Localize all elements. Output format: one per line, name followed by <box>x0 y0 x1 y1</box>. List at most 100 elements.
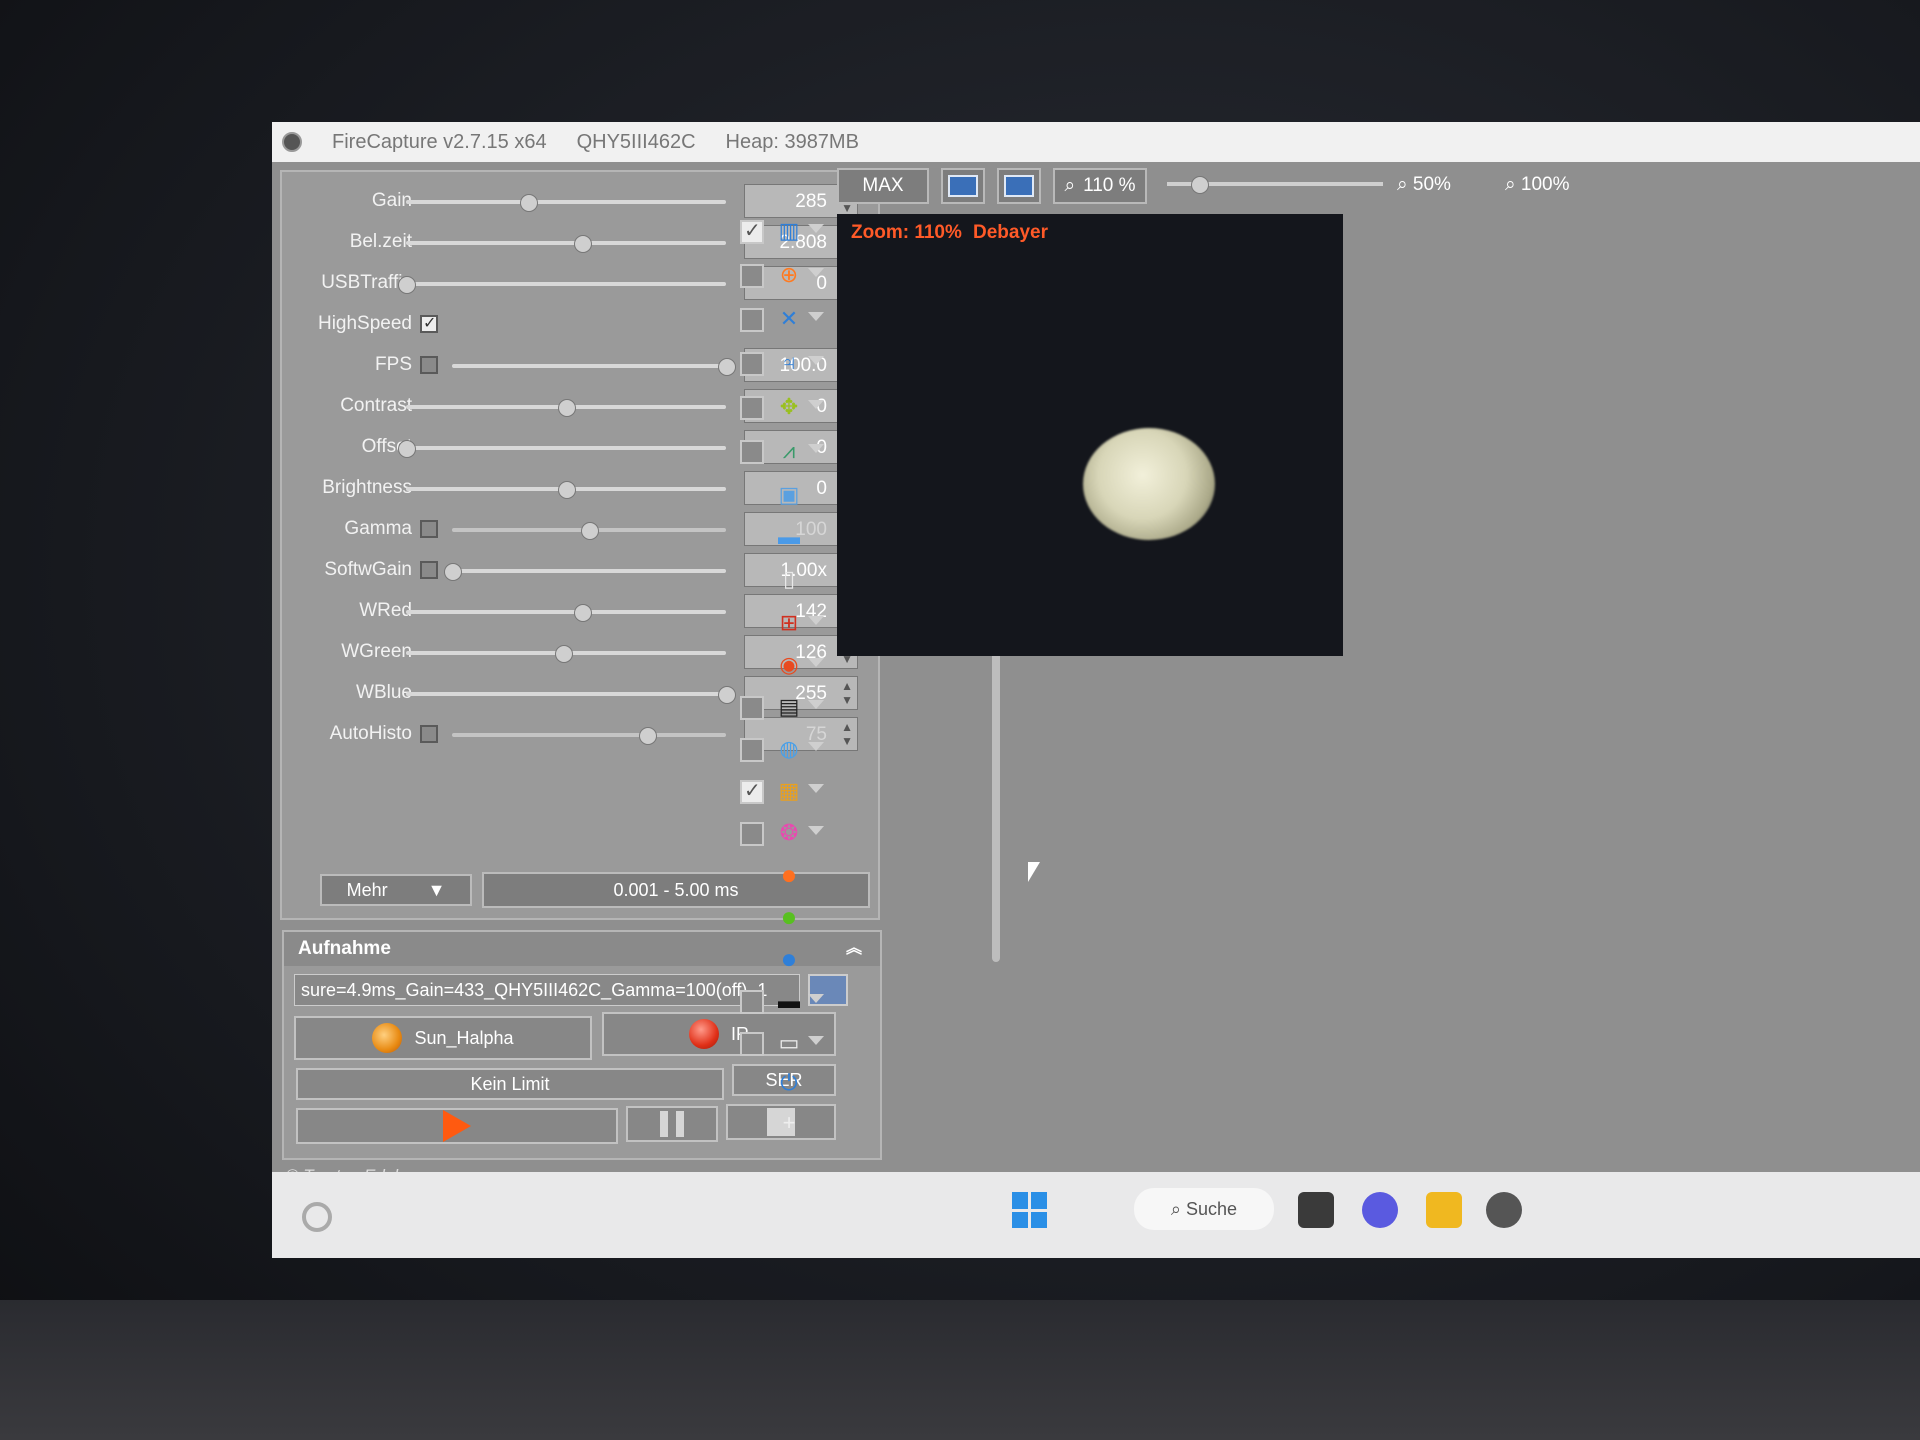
tool-jupiter[interactable]: ♃ <box>720 344 840 380</box>
chevron-down-icon[interactable] <box>808 700 824 709</box>
tool-add[interactable]: + <box>720 1104 840 1140</box>
tool-target[interactable]: ◉ <box>720 646 840 682</box>
fullscreen-button[interactable] <box>997 168 1041 204</box>
tool-roi[interactable]: ⊞ <box>720 604 840 640</box>
spin-arrows-icon[interactable]: ▲▼ <box>841 720 853 748</box>
zoom-slider[interactable] <box>1167 176 1383 194</box>
tool-checkbox[interactable] <box>740 990 764 1014</box>
tool-crosshair[interactable]: ⊕ <box>720 256 840 292</box>
tool-checkbox[interactable] <box>740 218 764 244</box>
tool-trash[interactable]: ▯ <box>720 560 840 596</box>
taskbar-search[interactable]: ⌕ Suche <box>1134 1188 1274 1230</box>
tool-rgb[interactable]: ❂ <box>720 814 840 850</box>
tool-folder[interactable]: ▬ <box>720 518 840 554</box>
zoom-level-button[interactable]: ⌕ 110 % <box>1053 168 1147 204</box>
chevron-down-icon[interactable] <box>808 224 824 233</box>
tool-orange-orb[interactable]: ● <box>720 856 840 892</box>
tool-color-grid[interactable]: ▦ <box>720 772 840 808</box>
slider-thumb[interactable] <box>574 604 592 622</box>
chevron-down-icon[interactable] <box>808 268 824 277</box>
control-checkbox[interactable] <box>420 520 438 538</box>
chevron-down-icon[interactable] <box>808 742 824 751</box>
tool-checkbox[interactable] <box>740 308 764 332</box>
file-explorer-icon[interactable] <box>1426 1192 1462 1228</box>
control-checkbox[interactable] <box>420 561 438 579</box>
chevron-down-icon[interactable] <box>808 1036 824 1045</box>
tool-checkbox[interactable] <box>740 738 764 762</box>
chevron-down-icon[interactable] <box>808 994 824 1003</box>
control-slider[interactable] <box>406 399 726 417</box>
control-checkbox[interactable] <box>420 313 438 333</box>
control-slider[interactable] <box>452 727 726 745</box>
tool-histogram[interactable]: ▥ <box>720 212 840 248</box>
more-button[interactable]: Mehr ▼ <box>320 874 472 906</box>
tool-graph[interactable]: ⩘ <box>720 432 840 468</box>
tool-green-orb[interactable]: ● <box>720 898 840 934</box>
windows-start-icon[interactable] <box>1012 1192 1048 1228</box>
slider-thumb[interactable] <box>444 563 462 581</box>
control-slider[interactable] <box>452 522 726 540</box>
tool-blue-orb[interactable]: ● <box>720 940 840 976</box>
control-slider[interactable] <box>444 563 726 581</box>
slider-thumb[interactable] <box>638 727 657 745</box>
chevron-down-icon[interactable] <box>808 658 824 667</box>
slider-thumb[interactable] <box>519 194 538 212</box>
pause-capture-button[interactable] <box>626 1106 718 1142</box>
fit-window-button[interactable] <box>941 168 985 204</box>
tool-checkbox[interactable] <box>740 696 764 720</box>
tool-tracking[interactable]: ✕ <box>720 300 840 336</box>
tool-checkbox[interactable] <box>740 778 764 804</box>
chevron-down-icon[interactable] <box>808 784 824 793</box>
slider-thumb[interactable] <box>558 481 576 499</box>
control-slider[interactable] <box>406 235 726 253</box>
zoom-100-button[interactable]: ⌕ 100% <box>1505 174 1570 196</box>
tool-checkbox[interactable] <box>740 352 764 376</box>
control-slider[interactable] <box>406 194 726 212</box>
slider-thumb[interactable] <box>398 440 416 458</box>
control-slider[interactable] <box>406 645 726 663</box>
slider-thumb[interactable] <box>398 276 416 294</box>
start-capture-button[interactable] <box>296 1108 618 1144</box>
zoom-50-button[interactable]: ⌕ 50% <box>1397 174 1451 196</box>
tool-checkbox[interactable] <box>740 396 764 420</box>
camera-preview[interactable]: Zoom: 110% Debayer <box>837 214 1343 656</box>
control-slider[interactable] <box>406 686 736 704</box>
chevron-down-icon[interactable] <box>808 616 824 625</box>
chevron-down-icon[interactable] <box>808 400 824 409</box>
collapse-icon[interactable]: ︽ <box>846 932 862 966</box>
max-button[interactable]: MAX <box>837 168 929 204</box>
chevron-down-icon[interactable] <box>808 444 824 453</box>
firecapture-taskbar-icon[interactable] <box>1486 1192 1522 1228</box>
widgets-icon[interactable] <box>302 1202 332 1232</box>
tool-display[interactable]: ▤ <box>720 688 840 724</box>
control-slider[interactable] <box>398 440 726 458</box>
slider-thumb[interactable] <box>554 645 573 663</box>
tool-flat-frame[interactable]: ▭ <box>720 1024 840 1060</box>
tool-globe[interactable]: ◍ <box>720 730 840 766</box>
slider-thumb[interactable] <box>574 235 592 253</box>
control-checkbox[interactable] <box>420 725 438 743</box>
tool-checkbox[interactable] <box>740 1032 764 1056</box>
control-slider[interactable] <box>452 358 736 376</box>
spin-arrows-icon[interactable]: ▲▼ <box>841 679 853 707</box>
control-slider[interactable] <box>406 604 726 622</box>
zoom-slider-thumb[interactable] <box>1191 176 1209 194</box>
chevron-down-icon[interactable] <box>808 312 824 321</box>
chevron-down-icon[interactable] <box>808 826 824 835</box>
limit-button[interactable]: Kein Limit <box>296 1068 724 1100</box>
control-checkbox[interactable] <box>420 356 438 374</box>
tool-snapshot[interactable]: ▣ <box>720 476 840 512</box>
control-slider[interactable] <box>398 276 726 294</box>
control-slider[interactable] <box>406 481 726 499</box>
task-view-icon[interactable] <box>1298 1192 1334 1228</box>
tool-checkbox[interactable] <box>740 822 764 846</box>
slider-thumb[interactable] <box>558 399 576 417</box>
tool-focus[interactable]: ✥ <box>720 388 840 424</box>
slider-thumb[interactable] <box>581 522 599 540</box>
profile-button[interactable]: Sun_Halpha <box>294 1016 592 1060</box>
tool-checkbox[interactable] <box>740 264 764 288</box>
tool-power[interactable]: ⏻ <box>720 1064 840 1100</box>
tool-dark-frame[interactable]: ▬ <box>720 982 840 1018</box>
tool-checkbox[interactable] <box>740 440 764 464</box>
chevron-down-icon[interactable] <box>808 356 824 365</box>
